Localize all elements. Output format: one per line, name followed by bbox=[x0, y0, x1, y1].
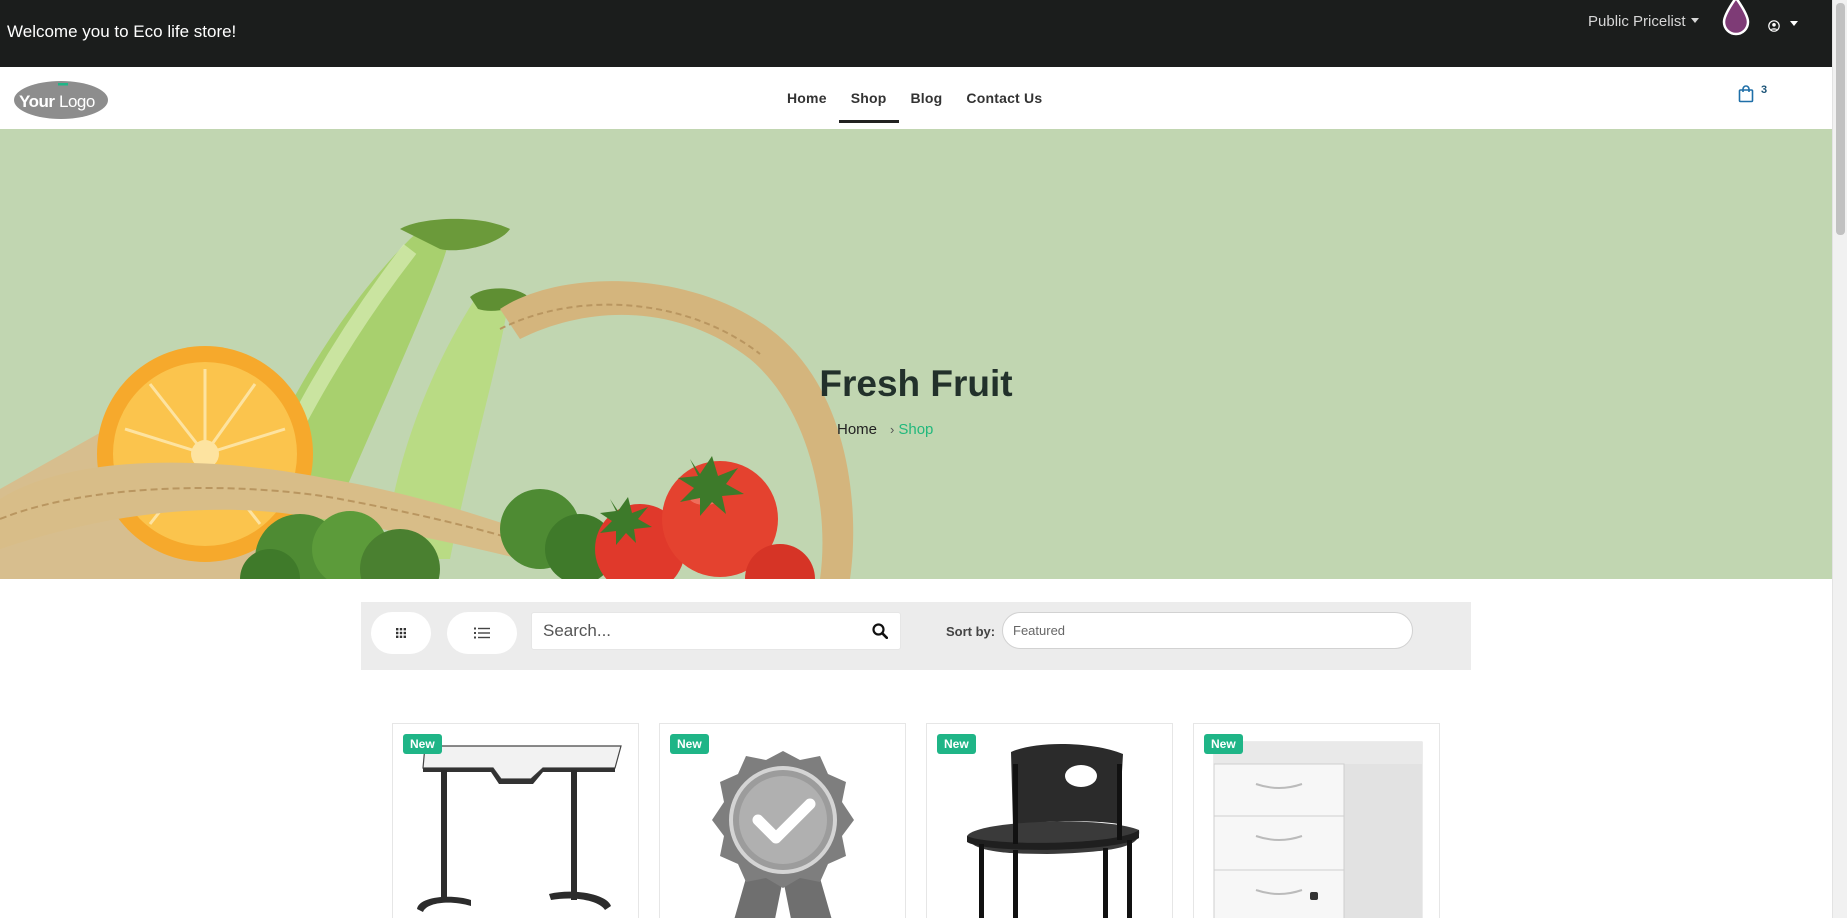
shopping-bag-icon[interactable] bbox=[1738, 85, 1754, 103]
sort-label: Sort by: bbox=[946, 624, 996, 639]
new-badge: New bbox=[403, 734, 442, 754]
page-scrollbar[interactable] bbox=[1832, 0, 1847, 918]
welcome-message: Welcome you to Eco life store! bbox=[7, 22, 237, 41]
grid-view-button[interactable] bbox=[371, 612, 431, 654]
nav-shop[interactable]: Shop bbox=[838, 67, 899, 123]
logo[interactable]: Your Logo bbox=[13, 80, 109, 120]
new-badge: New bbox=[670, 734, 709, 754]
user-menu[interactable] bbox=[1768, 17, 1798, 35]
grid-view-icon bbox=[396, 628, 406, 638]
svg-text:Logo: Logo bbox=[59, 92, 95, 111]
main-navbar: Your Logo Home Shop Blog Contact Us 3 bbox=[0, 67, 1832, 129]
product-card[interactable]: New bbox=[392, 723, 639, 918]
nav-contact-us[interactable]: Contact Us bbox=[954, 67, 1054, 123]
nav-menu: Home Shop Blog Contact Us bbox=[775, 67, 1054, 129]
list-view-button[interactable] bbox=[447, 612, 517, 654]
page: Welcome you to Eco life store! Public Pr… bbox=[0, 0, 1847, 918]
search-icon[interactable] bbox=[872, 623, 888, 639]
breadcrumb-home[interactable]: Home bbox=[837, 421, 877, 438]
product-card[interactable]: New bbox=[926, 723, 1173, 918]
pricelist-label: Public Pricelist bbox=[1588, 13, 1686, 30]
scrollbar-thumb[interactable] bbox=[1836, 3, 1845, 235]
hero-image bbox=[0, 218, 854, 579]
user-circle-icon bbox=[1768, 19, 1780, 32]
product-card[interactable]: New bbox=[1193, 723, 1440, 918]
new-badge: New bbox=[1204, 734, 1243, 754]
products-toolbar: Sort by: Featured bbox=[361, 602, 1471, 670]
hero-banner: Fresh Fruit Home › Shop bbox=[0, 129, 1832, 579]
new-badge: New bbox=[937, 734, 976, 754]
nav-blog[interactable]: Blog bbox=[899, 67, 955, 123]
ink-drop-icon[interactable] bbox=[1721, 0, 1751, 36]
sort-select[interactable]: Featured bbox=[1002, 612, 1413, 649]
search-box bbox=[531, 612, 901, 650]
list-view-icon bbox=[474, 627, 490, 639]
page-title: Fresh Fruit bbox=[819, 363, 1013, 404]
chevron-down-icon bbox=[1690, 18, 1699, 23]
top-bar: Welcome you to Eco life store! Public Pr… bbox=[0, 0, 1832, 67]
chevron-down-icon bbox=[1790, 21, 1798, 26]
svg-text:Your: Your bbox=[19, 92, 55, 111]
breadcrumb-current[interactable]: Shop bbox=[898, 421, 933, 438]
product-card[interactable]: New bbox=[659, 723, 906, 918]
nav-home[interactable]: Home bbox=[775, 67, 839, 123]
search-input[interactable] bbox=[532, 613, 852, 649]
cart-count-badge: 3 bbox=[1761, 84, 1768, 96]
chevron-right-icon: › bbox=[890, 422, 895, 437]
pricelist-dropdown[interactable]: Public Pricelist bbox=[1588, 13, 1699, 30]
breadcrumb: Home › Shop bbox=[837, 421, 933, 438]
